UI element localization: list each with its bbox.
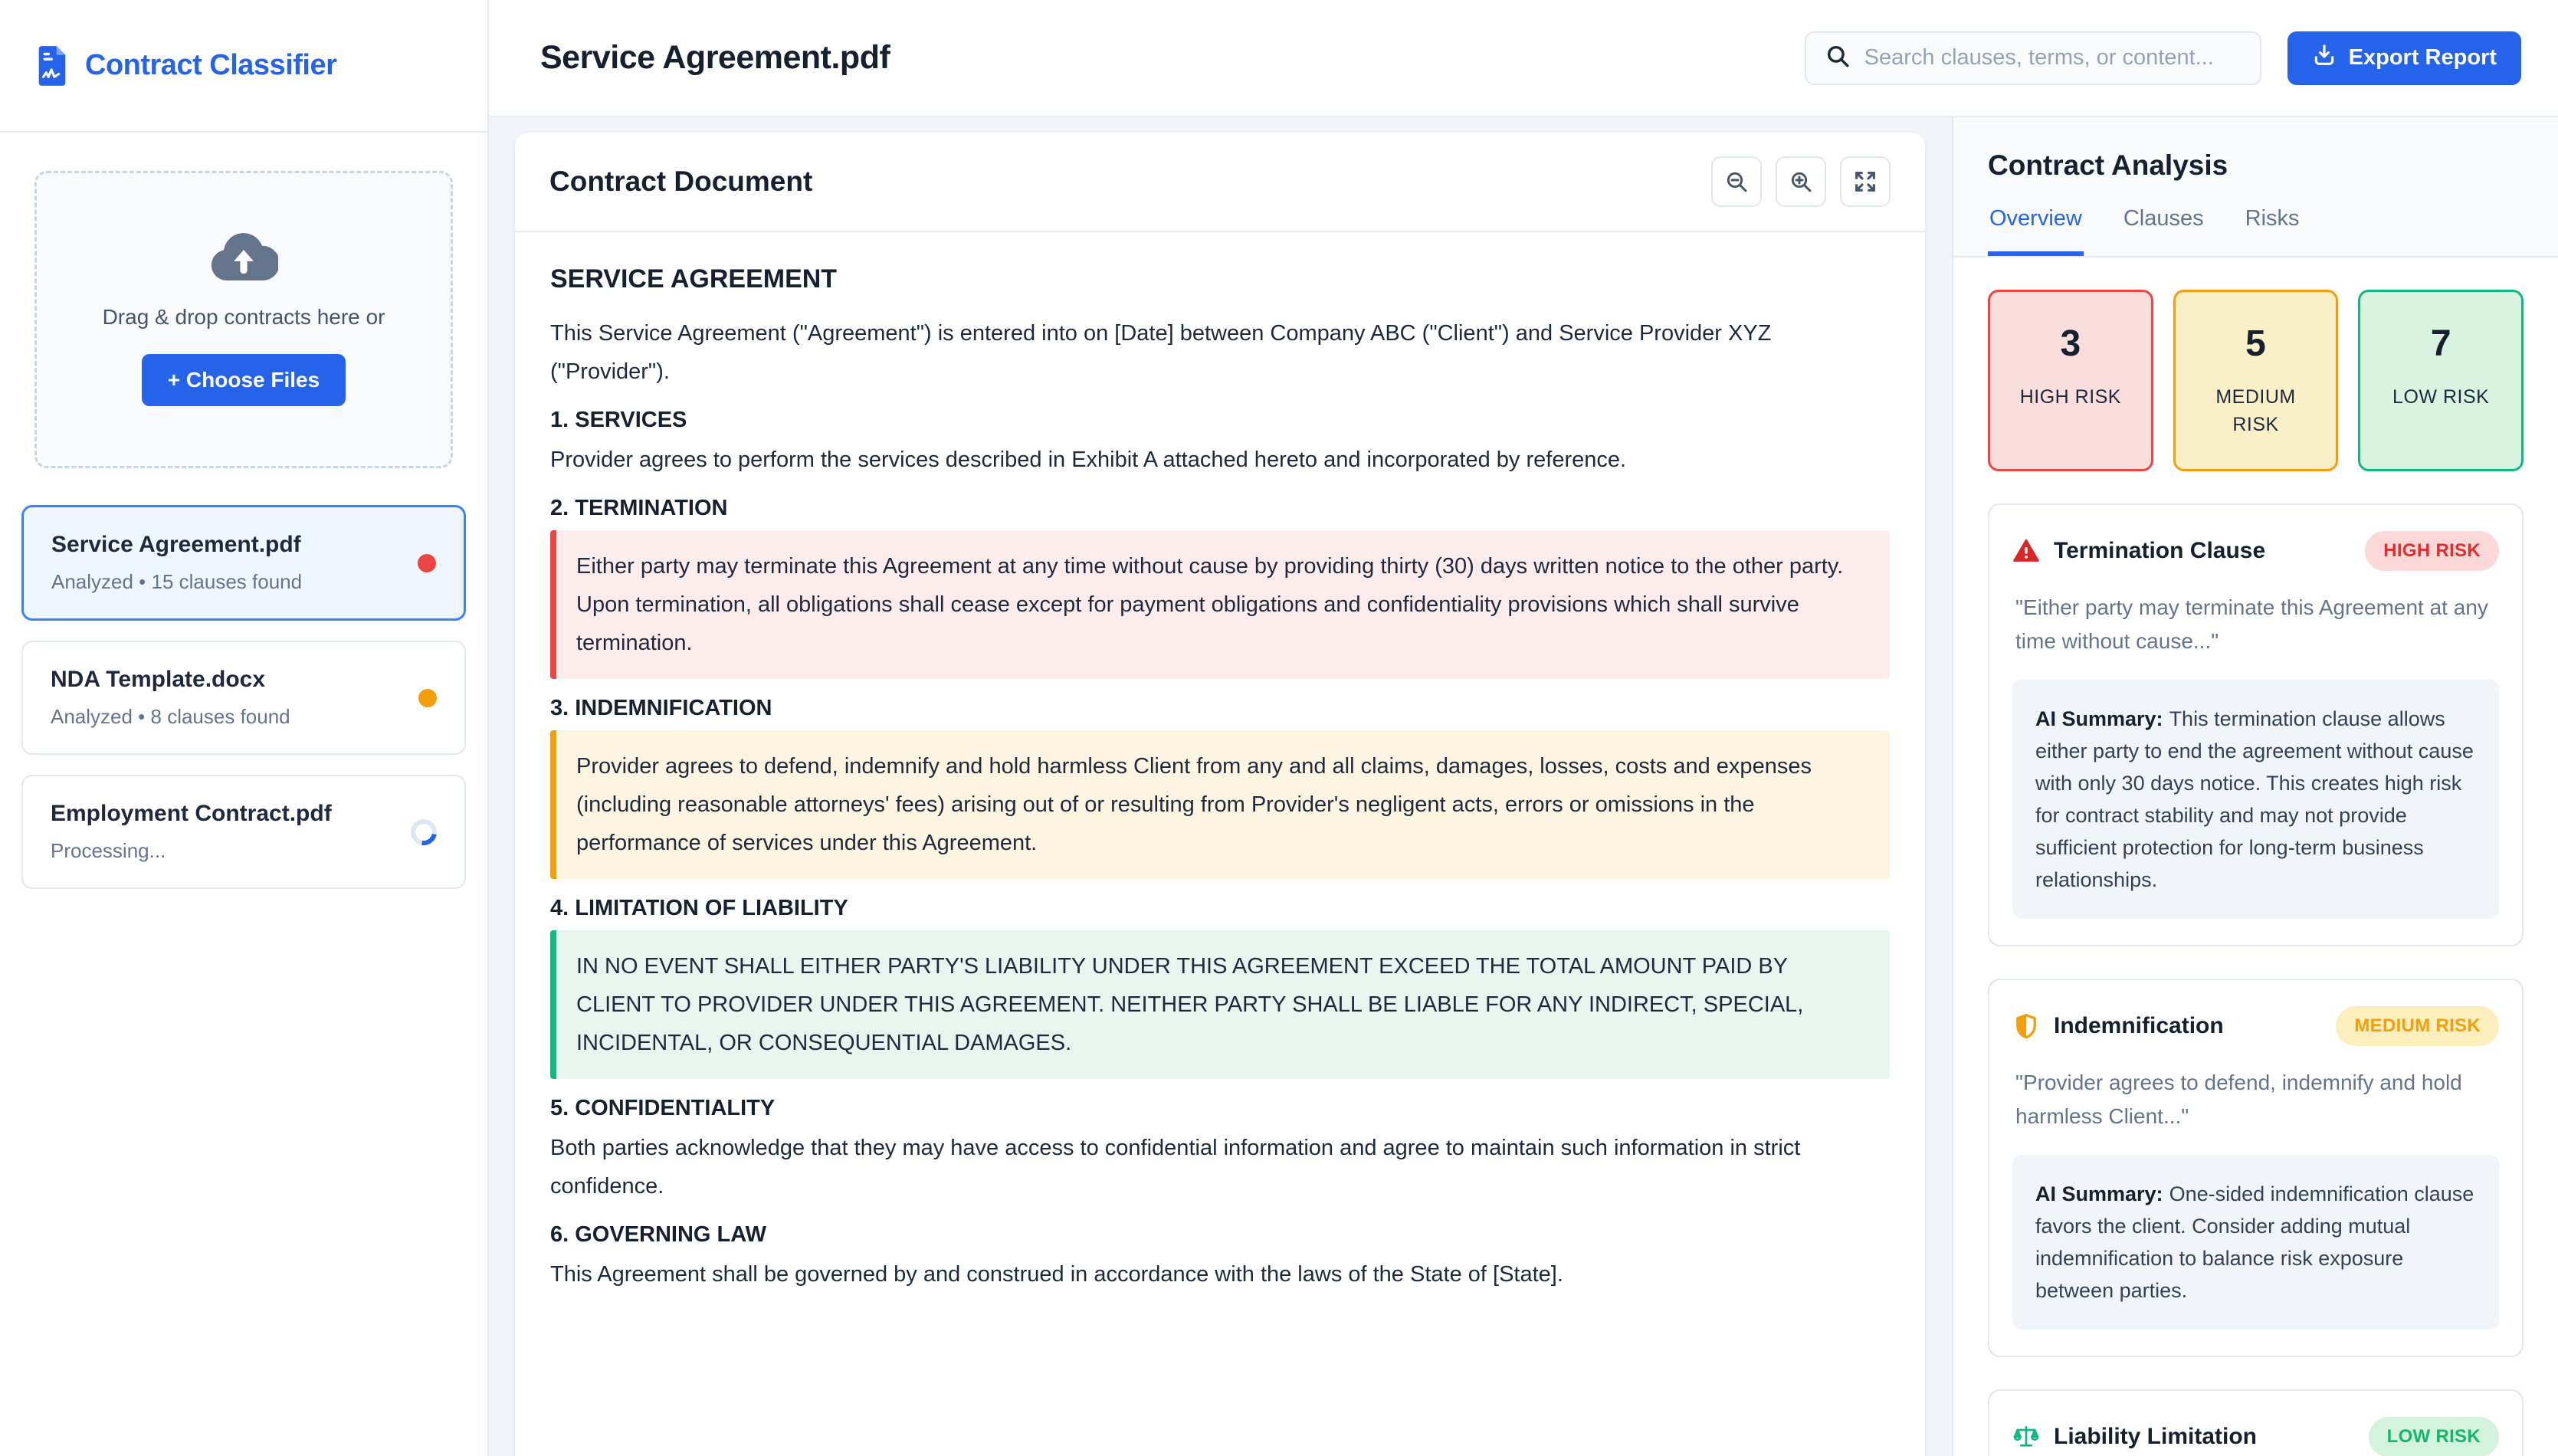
export-report-button[interactable]: Export Report [2287, 31, 2521, 85]
clause-title: Liability Limitation [2054, 1424, 2257, 1450]
choose-files-button[interactable]: + Choose Files [142, 354, 346, 406]
warning-triangle-icon [2012, 537, 2040, 565]
analysis-tab[interactable]: Risks [2244, 206, 2301, 256]
section-text: Provider agrees to perform the services … [550, 441, 1890, 479]
zoom-out-button[interactable] [1711, 156, 1762, 207]
contract-section: 1. SERVICES Provider agrees to perform t… [550, 408, 1890, 479]
contract-section: 3. INDEMNIFICATION Provider agrees to de… [550, 696, 1890, 879]
risk-count-card: 3 HIGH RISK [1988, 290, 2153, 471]
contract-section: 6. GOVERNING LAW This Agreement shall be… [550, 1222, 1890, 1294]
clause-title: Termination Clause [2054, 538, 2265, 564]
ai-summary-label: AI Summary: [2035, 707, 2163, 730]
file-status: Analyzed • 8 clauses found [51, 705, 418, 729]
export-report-label: Export Report [2349, 45, 2497, 71]
file-list-item[interactable]: NDA Template.docx Analyzed • 8 clauses f… [21, 641, 466, 755]
file-name: NDA Template.docx [51, 667, 418, 693]
upload-hint: Drag & drop contracts here or [103, 305, 385, 330]
contract-document-panel: Contract Document [515, 133, 1925, 1456]
section-text: Provider agrees to defend, indemnify and… [550, 730, 1890, 879]
document-area: Contract Document [489, 117, 1952, 1456]
app-title: Contract Classifier [85, 49, 336, 82]
clause-title: Indemnification [2054, 1013, 2224, 1039]
risk-count: 3 [1998, 323, 2143, 365]
file-status-indicator-icon [418, 689, 437, 707]
cloud-upload-icon [209, 233, 278, 282]
search-box [1805, 31, 2261, 85]
file-name: Service Agreement.pdf [51, 532, 418, 558]
risk-count: 7 [2368, 323, 2514, 365]
section-text: This Agreement shall be governed by and … [550, 1255, 1890, 1294]
main-column: Service Agreement.pdf Export Report [489, 0, 2558, 1456]
risk-summary-row: 3 HIGH RISK 5 MEDIUM RISK 7 LOW RISK [1988, 290, 2524, 471]
risk-badge: LOW RISK [2369, 1417, 2499, 1456]
topbar: Service Agreement.pdf Export Report [489, 0, 2558, 117]
section-text: Either party may terminate this Agreemen… [550, 530, 1890, 679]
file-name: Employment Contract.pdf [51, 801, 411, 827]
clause-card[interactable]: Termination Clause HIGH RISK "Either par… [1988, 503, 2524, 946]
clause-card[interactable]: Liability Limitation LOW RISK "IN NO EVE… [1988, 1389, 2524, 1456]
panel-title: Contract Document [549, 166, 812, 198]
file-list-item[interactable]: Employment Contract.pdf Processing... [21, 775, 466, 889]
section-text: IN NO EVENT SHALL EITHER PARTY'S LIABILI… [550, 930, 1890, 1079]
app-logo: Contract Classifier [0, 0, 487, 133]
clause-card[interactable]: Indemnification MEDIUM RISK "Provider ag… [1988, 979, 2524, 1357]
clause-quote: "Either party may terminate this Agreeme… [2015, 591, 2496, 658]
ai-summary-text: This termination clause allows either pa… [2035, 707, 2474, 891]
search-icon [1825, 43, 1851, 73]
analysis-tab[interactable]: Overview [1988, 206, 2084, 256]
risk-count-card: 7 LOW RISK [2358, 290, 2524, 471]
section-heading: 5. CONFIDENTIALITY [550, 1096, 1890, 1121]
risk-badge: MEDIUM RISK [2336, 1006, 2499, 1046]
file-status-indicator-icon [405, 814, 441, 850]
contract-section: 2. TERMINATION Either party may terminat… [550, 496, 1890, 679]
fullscreen-button[interactable] [1840, 156, 1891, 207]
section-heading: 3. INDEMNIFICATION [550, 696, 1890, 721]
file-status-indicator-icon [418, 554, 436, 572]
section-heading: 1. SERVICES [550, 408, 1890, 433]
contract-heading: SERVICE AGREEMENT [550, 264, 1890, 294]
risk-count: 5 [2183, 323, 2329, 365]
file-status: Analyzed • 15 clauses found [51, 570, 418, 594]
scales-icon [2012, 1423, 2040, 1451]
analysis-panel: Contract Analysis Overview Clauses Risks 3… [1952, 117, 2558, 1456]
sidebar: Contract Classifier Drag & drop contract… [0, 0, 489, 1456]
contract-document-icon [34, 44, 70, 87]
risk-label: HIGH RISK [1998, 383, 2143, 411]
analysis-tabs: Overview Clauses Risks [1988, 206, 2524, 256]
ai-summary: AI Summary:One-sided indemnification cla… [2012, 1155, 2499, 1330]
download-icon [2312, 43, 2337, 74]
ai-summary-label: AI Summary: [2035, 1182, 2163, 1205]
contract-section: 5. CONFIDENTIALITY Both parties acknowle… [550, 1096, 1890, 1205]
file-list-item[interactable]: Service Agreement.pdf Analyzed • 15 clau… [21, 505, 466, 621]
contract-section: 4. LIMITATION OF LIABILITY IN NO EVENT S… [550, 896, 1890, 1079]
analysis-tab[interactable]: Clauses [2122, 206, 2205, 256]
risk-badge: HIGH RISK [2365, 531, 2499, 571]
contract-intro: This Service Agreement ("Agreement") is … [550, 314, 1890, 391]
ai-summary: AI Summary:This termination clause allow… [2012, 680, 2499, 919]
section-heading: 4. LIMITATION OF LIABILITY [550, 896, 1890, 921]
risk-count-card: 5 MEDIUM RISK [2173, 290, 2339, 471]
section-text: Both parties acknowledge that they may h… [550, 1129, 1890, 1205]
clause-quote: "Provider agrees to defend, indemnify an… [2015, 1066, 2496, 1133]
risk-label: MEDIUM RISK [2183, 383, 2329, 438]
section-heading: 6. GOVERNING LAW [550, 1222, 1890, 1248]
page-title: Service Agreement.pdf [540, 39, 890, 77]
zoom-in-button[interactable] [1776, 156, 1826, 207]
document-text: SERVICE AGREEMENT This Service Agreement… [515, 232, 1925, 1326]
file-status: Processing... [51, 839, 411, 863]
file-list: Service Agreement.pdf Analyzed • 15 clau… [21, 505, 466, 889]
risk-label: LOW RISK [2368, 383, 2514, 411]
analysis-title: Contract Analysis [1988, 149, 2524, 182]
shield-icon [2012, 1012, 2040, 1040]
section-heading: 2. TERMINATION [550, 496, 1890, 521]
upload-dropzone[interactable]: Drag & drop contracts here or + Choose F… [34, 171, 453, 468]
search-input[interactable] [1864, 45, 2242, 71]
